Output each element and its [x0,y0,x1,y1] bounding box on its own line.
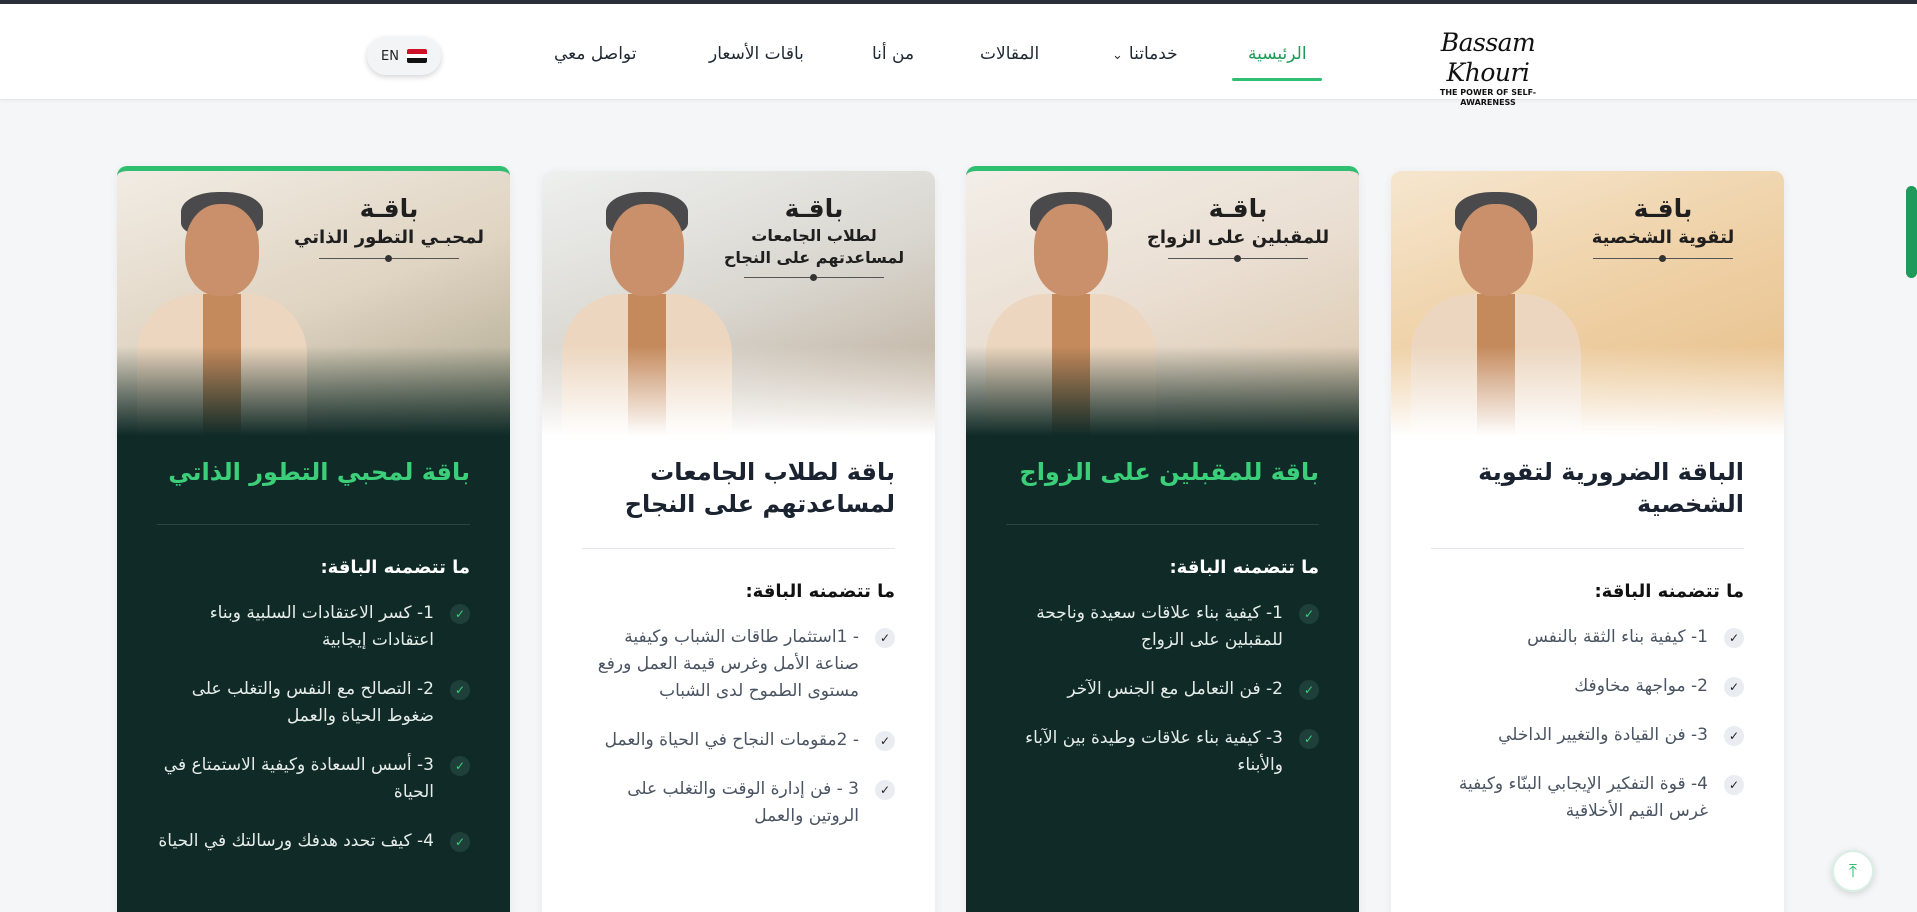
package-image: باقـة للمقبلين على الزواج [966,171,1359,436]
check-icon: ✓ [1724,726,1744,746]
nav-about[interactable]: من أنا [872,44,914,64]
check-icon: ✓ [450,832,470,852]
check-icon: ✓ [1299,680,1319,700]
list-item: ✓ - 1استثمار طاقات الشباب وكيفية صناعة ال… [582,624,895,705]
check-icon: ✓ [450,604,470,624]
language-label: EN [381,48,399,64]
divider [1431,548,1744,549]
image-overlay-text: باقـة لتقوية الشخصية [1568,193,1758,262]
nav-contact[interactable]: تواصل معي [554,44,636,64]
list-item: ✓ 2- التصالح مع النفس والتغلب على ضغوط ال… [157,676,470,730]
list-item: ✓ 1- كيفية بناء الثقة بالنفس [1431,624,1744,651]
logo-tagline: THE POWER OF SELF-AWARENESS [1439,88,1537,107]
package-card-self-development[interactable]: باقـة لمحبـي التطور الذاتي باقة لمحبي ال… [117,166,510,912]
includes-heading: ما تتضمنه الباقة: [320,557,470,578]
list-item: ✓ - 2مقومات النجاح في الحياة والعمل [582,727,895,754]
package-card-marriage[interactable]: باقـة للمقبلين على الزواج باقة للمقبلين … [966,166,1359,912]
nav-services-label: خدماتنا [1128,44,1178,64]
check-icon: ✓ [1299,729,1319,749]
package-title: باقة للمقبلين على الزواج [1019,458,1319,486]
list-item: ✓ 1- كسر الاعتقادات السلبية وبناء اعتقادا… [157,600,470,654]
includes-heading: ما تتضمنه الباقة: [1594,581,1744,602]
check-icon: ✓ [450,756,470,776]
list-item: ✓ 3 - فن إدارة الوقت والتغلب على الروتين … [582,776,895,830]
image-overlay-text: باقـة لطلاب الجامعات لمساعدتهم على النجا… [719,193,909,281]
check-icon: ✓ [875,780,895,800]
list-item: ✓ 3- كيفية بناء علاقات وطيدة بين الآباء و… [1006,725,1319,779]
feature-list: ✓ - 1استثمار طاقات الشباب وكيفية صناعة ال… [582,624,895,830]
package-card-students[interactable]: باقـة لطلاب الجامعات لمساعدتهم على النجا… [542,171,935,912]
divider [1006,524,1319,525]
package-image: باقـة لتقوية الشخصية [1391,171,1784,436]
divider [582,548,895,549]
nav-articles[interactable]: المقالات [980,44,1039,64]
check-icon: ✓ [1724,677,1744,697]
chevron-down-icon: ⌄ [1112,48,1123,63]
check-icon: ✓ [875,628,895,648]
arrow-up-icon: ⤒ [1849,860,1857,882]
scrollbar-thumb[interactable] [1906,186,1917,278]
language-switcher[interactable]: EN [367,37,441,75]
image-overlay-text: باقـة للمقبلين على الزواج [1143,193,1333,262]
feature-list: ✓ 1- كيفية بناء علاقات سعيدة وناجحة للمقب… [1006,600,1319,779]
includes-heading: ما تتضمنه الباقة: [745,581,895,602]
package-image: باقـة لطلاب الجامعات لمساعدتهم على النجا… [542,171,935,436]
list-item: ✓ 2- فن التعامل مع الجنس الآخر [1006,676,1319,703]
egypt-flag-icon [406,49,427,63]
list-item: ✓ 3- فن القيادة والتغيير الداخلي [1431,722,1744,749]
nav-active-indicator [1232,78,1322,81]
check-icon: ✓ [875,731,895,751]
check-icon: ✓ [1299,604,1319,624]
feature-list: ✓ 1- كسر الاعتقادات السلبية وبناء اعتقادا… [157,600,470,855]
package-title: الباقة الضرورية لتقوية الشخصية [1478,458,1744,518]
check-icon: ✓ [1724,775,1744,795]
check-icon: ✓ [1724,628,1744,648]
list-item: ✓ 4- كيف تحدد هدفك ورسالتك في الحياة [157,828,470,855]
package-title: باقة لطلاب الجامعات لمساعدتهم على النجاح [624,458,895,518]
package-image: باقـة لمحبـي التطور الذاتي [117,171,510,436]
package-title: باقة لمحبي التطور الذاتي [168,458,470,486]
image-overlay-text: باقـة لمحبـي التطور الذاتي [294,193,484,262]
feature-list: ✓ 1- كيفية بناء الثقة بالنفس ✓ 2- مواجهة م… [1431,624,1744,825]
site-logo[interactable]: Bassam Khouri THE POWER OF SELF-AWARENES… [1416,28,1560,107]
package-card-personality[interactable]: باقـة لتقوية الشخصية الباقة الضرورية لتق… [1391,171,1784,912]
list-item: ✓ 3- أسس السعادة وكيفية الاستمتاع في الحي… [157,752,470,806]
divider [157,524,470,525]
list-item: ✓ 4- قوة التفكير الإيجابي البنّاء وكيفية … [1431,771,1744,825]
nav-services[interactable]: ⌄ خدماتنا [1112,44,1178,64]
nav-home[interactable]: الرئيسية [1248,44,1307,64]
includes-heading: ما تتضمنه الباقة: [1169,557,1319,578]
list-item: ✓ 1- كيفية بناء علاقات سعيدة وناجحة للمقب… [1006,600,1319,654]
back-to-top-button[interactable]: ⤒ [1832,850,1874,892]
check-icon: ✓ [450,680,470,700]
list-item: ✓ 2- مواجهة مخاوفك [1431,673,1744,700]
logo-script: Bassam Khouri [1440,28,1536,87]
site-header: Bassam Khouri THE POWER OF SELF-AWARENES… [0,4,1917,107]
nav-pricing[interactable]: باقات الأسعار [709,44,804,64]
